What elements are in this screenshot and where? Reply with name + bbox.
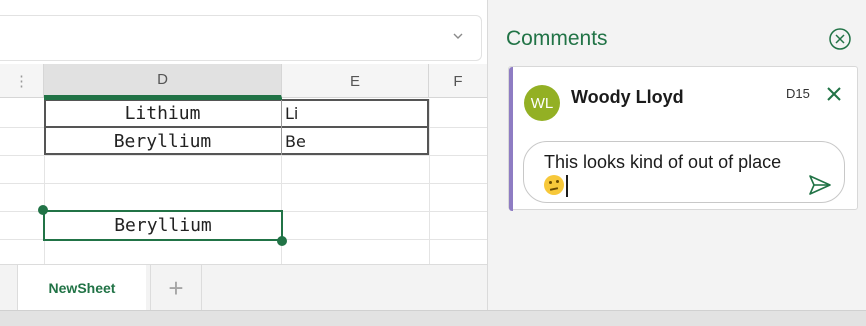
formula-bar[interactable] (0, 15, 482, 61)
comment-author: Woody Lloyd (571, 87, 684, 107)
cell-e-li[interactable]: Li (282, 100, 428, 126)
spreadsheet-area: ⋮ D E F Lithium Li Beryllium Be Berylliu… (0, 0, 487, 311)
avatar: WL (524, 85, 560, 121)
text-caret (566, 175, 568, 197)
comment-reply-input[interactable]: This looks kind of out of place (523, 141, 845, 203)
comment-reply-text: This looks kind of out of place (544, 152, 782, 172)
send-icon[interactable] (808, 174, 832, 196)
chevron-down-icon[interactable] (451, 29, 465, 43)
selection-handle-end[interactable] (277, 236, 287, 246)
column-header-c[interactable]: ⋮ (0, 64, 44, 98)
column-headers: ⋮ D E F (0, 64, 487, 98)
cell-d-beryllium[interactable]: Beryllium (44, 128, 281, 154)
column-header-d[interactable]: D (44, 64, 282, 98)
close-icon[interactable] (824, 84, 844, 104)
thinking-face-icon (544, 175, 564, 195)
add-sheet-button[interactable]: + (150, 265, 202, 311)
column-header-e[interactable]: E (282, 64, 429, 98)
selected-cell-value[interactable]: Beryllium (45, 212, 281, 239)
comments-pane: Comments WL Woody Lloyd D15 This looks k… (488, 0, 866, 310)
status-bar (0, 310, 866, 326)
comment-thread-card[interactable]: WL Woody Lloyd D15 This looks kind of ou… (508, 66, 858, 211)
thread-accent-bar (509, 67, 513, 211)
excel-window: ⋮ D E F Lithium Li Beryllium Be Berylliu… (0, 0, 866, 326)
cell-e-be[interactable]: Be (282, 128, 428, 154)
close-circle-icon[interactable] (828, 27, 852, 51)
tab-scroll-stub[interactable] (0, 265, 18, 311)
comment-cell-reference[interactable]: D15 (786, 86, 810, 101)
comment-reply-text-wrapper[interactable]: This looks kind of out of place (544, 150, 784, 198)
comments-title: Comments (506, 27, 608, 50)
column-header-f[interactable]: F (429, 64, 487, 98)
sheet-tabs-bar: NewSheet + (0, 264, 487, 311)
tab-newsheet[interactable]: NewSheet (18, 265, 146, 311)
cell-d-lithium[interactable]: Lithium (44, 100, 281, 126)
selection-handle-start[interactable] (38, 205, 48, 215)
